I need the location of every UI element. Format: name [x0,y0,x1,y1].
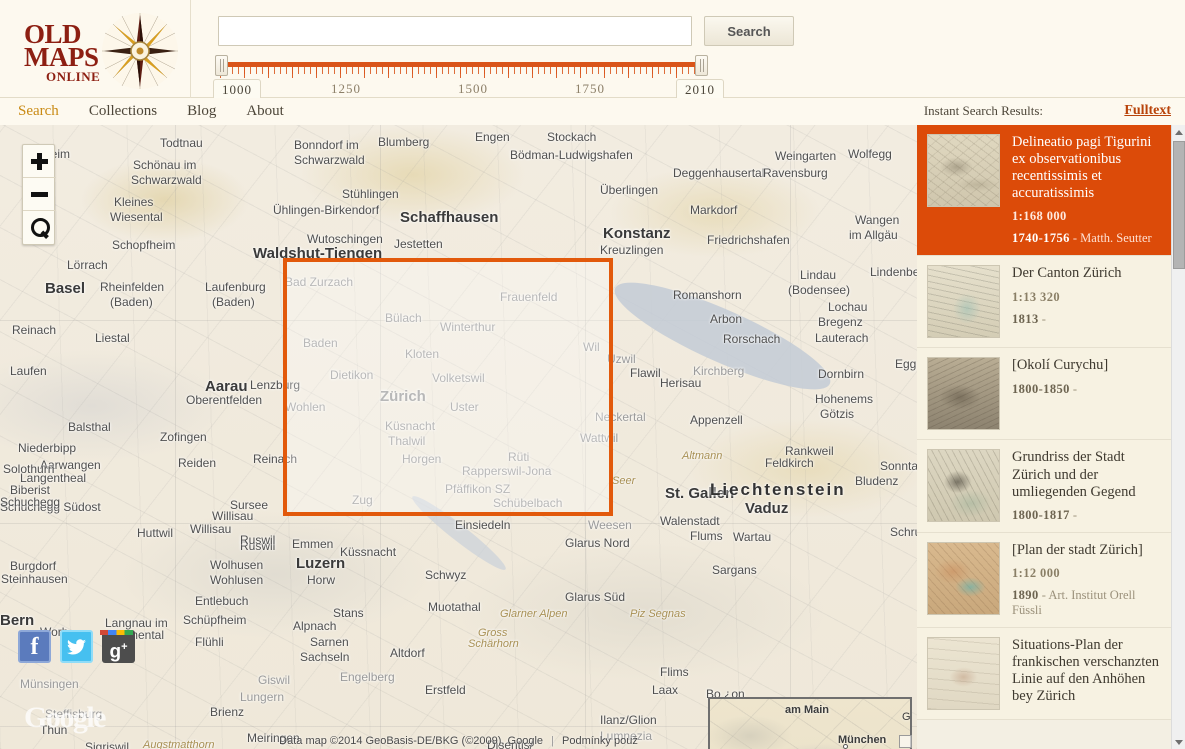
social-share-buttons: f g+ [18,630,140,663]
map-attribution-bar: Data map ©2014 GeoBasis-DE/BKG (©2009), … [279,735,638,747]
results-scrollbar[interactable] [1171,125,1185,749]
map-zoom-controls [22,144,56,245]
result-year: 1800-1817 [1012,507,1070,522]
result-scale: 1:13 320 [1012,289,1060,304]
instant-results-label: Instant Search Results: [923,103,1043,118]
old-maps-online-app: OLD MAPS ONLINE Search 1000 2010 1250 15… [0,0,1185,749]
result-thumbnail-image [928,266,999,338]
slider-handle-to[interactable] [695,55,708,76]
result-scale: 1:12 000 [1012,565,1060,580]
minimap-label: am Main [785,704,830,716]
result-item[interactable]: [Plan der stadt Zürich] 1:12 000 1890 - Ar… [917,532,1171,628]
result-meta: 1740-1756 - Matth. Seutter [1012,231,1161,246]
result-item[interactable]: Der Canton Zürich 1:13 320 1813 - [917,256,1171,349]
scroll-down-button[interactable] [1172,735,1185,749]
chevron-down-icon [1175,739,1183,745]
slider-tick-1250: 1250 [331,81,361,96]
result-title: Situations-Plan der frankischen verschan… [1012,636,1159,705]
result-year: 1813 [1012,311,1039,326]
result-author: - [1069,381,1078,396]
result-thumbnail [927,636,1000,710]
magnifier-icon [30,217,50,238]
search-button[interactable]: Search [704,16,794,46]
result-body: Delineatio pagi Tigurini ex observationi… [1012,134,1161,246]
slider-handle-from[interactable] [215,55,228,76]
map-attribution-expand-box[interactable] [899,735,912,748]
result-title: [Plan der stadt Zürich] [1012,541,1143,558]
result-thumbnail [927,265,1000,339]
chevron-up-icon [1175,129,1183,135]
nav-item-blog[interactable]: Blog [187,103,216,120]
result-title: Delineatio pagi Tigurini ex observationi… [1012,134,1152,202]
result-item[interactable]: Grundriss der Stadt Zürich und der umlie… [917,440,1171,533]
scroll-up-button[interactable] [1172,125,1185,139]
result-body: Grundriss der Stadt Zürich und der umlie… [1012,449,1161,522]
minimap-label: Sargans [718,697,759,699]
compass-rose-icon [102,13,178,89]
result-thumbnail [927,357,1000,431]
zoom-out-button[interactable] [23,178,56,211]
map-viewport[interactable]: MüllheimTodtnauSchönau imSchwarzwaldBonn… [0,125,917,749]
fulltext-link[interactable]: Fulltext [1124,103,1171,119]
result-body: Situations-Plan der frankischen verschan… [1012,637,1161,710]
map-terms-link[interactable]: Podmínky použ [562,735,638,747]
main-navigation: Search Collections Blog About Instant Se… [0,98,1185,125]
minimap-label: Ga [902,711,911,723]
search-area: Search [218,16,794,46]
result-author: - [1069,507,1078,522]
result-meta: 1890 - Art. Institut Orell Füssli [1012,588,1161,618]
nav-item-search[interactable]: Search [18,103,59,120]
search-input[interactable] [218,16,692,46]
result-year: 1740-1756 [1012,231,1070,246]
zoom-in-button[interactable] [23,145,56,178]
nav-item-collections[interactable]: Collections [89,103,157,120]
result-body: [Plan der stadt Zürich] 1:12 000 1890 - Ar… [1012,542,1161,618]
result-item[interactable]: [Okolí Curychu] 1800-1850 - [917,348,1171,441]
facebook-share-button[interactable]: f [18,630,51,663]
map-attribution-text: Data map ©2014 GeoBasis-DE/BKG (©2009), … [279,735,544,747]
nav-item-about[interactable]: About [246,103,284,120]
result-author: - [1038,311,1046,326]
result-thumbnail-image [928,358,999,430]
result-title: [Okolí Curychu] [1012,357,1109,374]
scrollbar-thumb[interactable] [1173,141,1185,269]
results-list: Delineatio pagi Tigurini ex observationi… [917,125,1171,720]
result-meta: 1813 - [1012,312,1161,327]
result-scale: 1:168 000 [1012,209,1067,224]
map-google-watermark: Google [24,701,107,734]
google-plus-share-button[interactable]: g+ [100,630,135,663]
result-item[interactable]: Delineatio pagi Tigurini ex observationi… [917,125,1171,257]
slider-major-ticks [220,67,700,78]
result-title: Der Canton Zürich [1012,265,1122,282]
google-colors-strip [100,630,133,635]
map-selection-rectangle[interactable] [283,258,613,516]
header-divider [190,0,191,98]
result-title: Grundriss der Stadt Zürich und der umlie… [1012,449,1136,500]
result-year: 1890 [1012,587,1039,602]
result-thumbnail-image [928,542,999,614]
time-range-slider[interactable]: 1000 2010 1250 1500 1750 [213,54,724,102]
instant-results-panel: Delineatio pagi Tigurini ex observationi… [917,125,1185,749]
result-thumbnail-image [928,135,999,206]
nav-items: Search Collections Blog About [18,102,310,120]
slider-tick-1750: 1750 [575,81,605,96]
site-header: OLD MAPS ONLINE Search 1000 2010 1250 15… [0,0,1185,102]
result-thumbnail [927,541,1000,615]
result-meta: 1800-1850 - [1012,382,1161,397]
site-logo[interactable]: OLD MAPS ONLINE [18,6,190,94]
result-author: - Matth. Seutter [1069,231,1152,246]
result-thumbnail-image [928,450,999,522]
result-meta: 1800-1817 - [1012,508,1161,523]
result-thumbnail [927,449,1000,523]
result-body: Der Canton Zürich 1:13 320 1813 - [1012,265,1161,338]
result-thumbnail-image [928,637,999,709]
slider-tick-1500: 1500 [458,81,488,96]
map-search-button[interactable] [23,211,56,244]
result-body: [Okolí Curychu] 1800-1850 - [1012,357,1161,430]
twitter-share-button[interactable] [60,630,93,663]
result-year: 1800-1850 [1012,381,1070,396]
result-item[interactable]: Situations-Plan der frankischen verschan… [917,627,1171,720]
result-thumbnail [927,134,1000,207]
